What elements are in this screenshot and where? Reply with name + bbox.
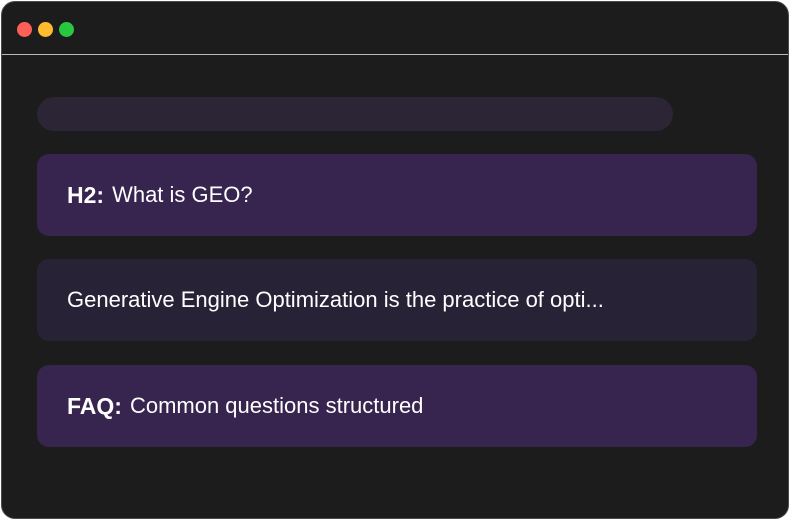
heading-label: H2: (67, 181, 105, 208)
faq-label: FAQ: (67, 392, 122, 419)
heading-card: H2: What is GEO? (37, 154, 757, 236)
faq-text: Common questions structured (129, 393, 424, 418)
maximize-window-icon[interactable] (59, 22, 74, 37)
paragraph-text: Generative Engine Optimization is the pr… (67, 287, 604, 312)
paragraph-card: Generative Engine Optimization is the pr… (37, 259, 757, 341)
heading-text: What is GEO? (112, 182, 253, 207)
browser-window: H2: What is GEO? Generative Engine Optim… (1, 1, 789, 519)
title-bar (2, 2, 788, 55)
skeleton-placeholder-bar (37, 97, 673, 131)
close-window-icon[interactable] (17, 22, 32, 37)
faq-card: FAQ: Common questions structured (37, 365, 757, 447)
minimize-window-icon[interactable] (38, 22, 53, 37)
